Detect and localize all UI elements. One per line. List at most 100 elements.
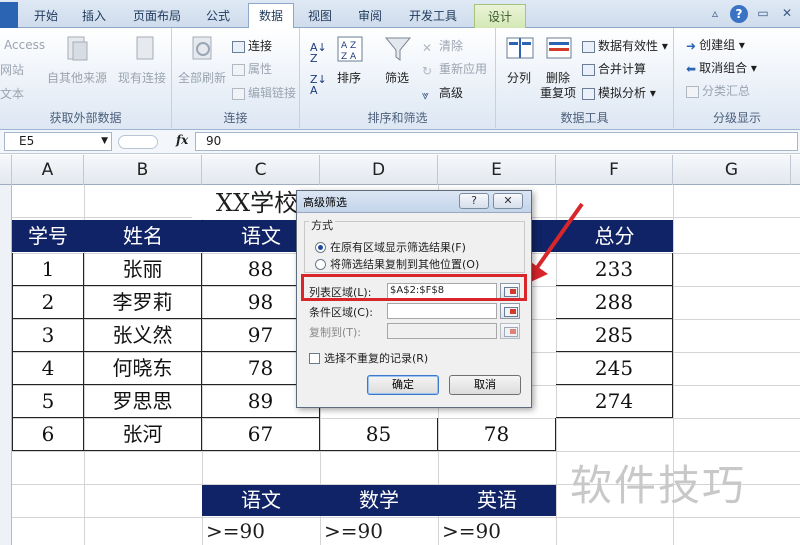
radio-copy-to-location[interactable]: 将筛选结果复制到其他位置(O) (315, 258, 479, 271)
header-cell[interactable]: 学号 (12, 220, 84, 252)
advanced-label: 高级 (439, 86, 464, 100)
cell-math[interactable]: 85 (320, 418, 438, 451)
validation-label: 数据有效性 (598, 39, 659, 53)
reapply-button[interactable]: ↻ 重新应用 (422, 60, 487, 78)
cell-total[interactable]: 245 (556, 352, 673, 385)
ungroup-button[interactable]: ⬅ 取消组合 ▾ (686, 59, 757, 76)
group-label: 数据工具 (560, 111, 609, 125)
dialog-title: 高级筛选 (303, 196, 347, 209)
connections-button[interactable]: 连接 (232, 37, 272, 54)
tab-developer[interactable]: 开发工具 (400, 4, 466, 28)
cell-name[interactable]: 张河 (84, 418, 202, 451)
cell-name[interactable]: 张丽 (84, 253, 202, 286)
file-tab[interactable] (0, 2, 18, 28)
what-if-button[interactable]: 模拟分析 ▾ (582, 84, 656, 101)
tab-formulas[interactable]: 公式 (196, 4, 240, 28)
formula-bar-resize-handle[interactable] (118, 135, 158, 149)
column-header[interactable]: F (556, 155, 673, 185)
cell-chinese[interactable]: 67 (202, 418, 320, 451)
chevron-down-icon[interactable]: ▼ (101, 133, 108, 150)
name-box[interactable]: E5 ▼ (4, 132, 112, 151)
copy-to-input[interactable] (387, 323, 497, 339)
ok-button[interactable]: 确定 (367, 375, 439, 395)
cell-name[interactable]: 李罗莉 (84, 286, 202, 319)
sort-button[interactable]: 排序 (337, 69, 361, 86)
checkbox-empty-icon (309, 353, 320, 364)
dialog-title-bar[interactable]: 高级筛选 ? ✕ (297, 191, 531, 213)
tab-design[interactable]: 设计 (474, 4, 526, 28)
column-header[interactable]: D (320, 155, 438, 185)
criteria-header-cell[interactable]: 语文 (202, 485, 320, 516)
consolidate-button[interactable]: 合并计算 (582, 60, 646, 77)
column-header[interactable]: B (84, 155, 202, 185)
tab-view[interactable]: 视图 (300, 4, 340, 28)
tab-home[interactable]: 开始 (24, 4, 68, 28)
select-all-corner[interactable] (0, 155, 12, 185)
cell-id[interactable]: 4 (12, 352, 84, 385)
cell-id[interactable]: 3 (12, 319, 84, 352)
sort-za-icon[interactable]: Z↓ A (310, 74, 327, 96)
cancel-button[interactable]: 取消 (449, 375, 521, 395)
dialog-help-button[interactable]: ? (459, 193, 489, 209)
criteria-range-input[interactable] (387, 303, 497, 319)
existing-connections-button[interactable]: 现有连接 (118, 69, 166, 86)
ungroup-icon: ⬅ (686, 61, 697, 76)
criteria-header-cell[interactable]: 英语 (438, 485, 556, 516)
cell-total[interactable]: 288 (556, 286, 673, 319)
subtotal-button[interactable]: 分类汇总 (686, 82, 750, 99)
dialog-close-button[interactable]: ✕ (493, 193, 523, 209)
close-icon[interactable]: ✕ (778, 5, 796, 23)
formula-input[interactable]: 90 (195, 132, 798, 151)
group-label: 连接 (223, 111, 248, 125)
tab-insert[interactable]: 插入 (72, 4, 116, 28)
criteria-header-cell[interactable]: 数学 (320, 485, 438, 516)
copy-to-collapse-icon[interactable] (500, 323, 520, 339)
criteria-value-cell[interactable]: >=90 (202, 517, 320, 545)
cell-name[interactable]: 何晓东 (84, 352, 202, 385)
tab-review[interactable]: 审阅 (350, 4, 390, 28)
criteria-value-cell[interactable]: >=90 (320, 517, 438, 545)
clear-label: 清除 (439, 39, 464, 53)
help-icon[interactable]: ? (730, 5, 748, 23)
cell-id[interactable]: 1 (12, 253, 84, 286)
edit-links-button[interactable]: 编辑链接 (232, 84, 296, 101)
from-other-sources-button[interactable]: 自其他来源 (47, 69, 107, 86)
from-web-button[interactable]: 网站 (0, 61, 24, 78)
list-range-highlight (301, 274, 527, 301)
properties-button[interactable]: 属性 (232, 60, 272, 77)
clear-filter-button[interactable]: ✕ 清除 (422, 37, 464, 55)
cell-total[interactable]: 285 (556, 319, 673, 352)
cell-id[interactable]: 6 (12, 418, 84, 451)
from-text-button[interactable]: 文本 (0, 85, 24, 102)
insert-function-icon[interactable]: fx (176, 133, 188, 147)
cell-name[interactable]: 罗思思 (84, 385, 202, 418)
advanced-filter-button[interactable]: ⩔ 高级 (422, 84, 464, 102)
column-header[interactable]: G (673, 155, 791, 185)
cell-id[interactable]: 5 (12, 385, 84, 418)
header-cell[interactable]: 姓名 (84, 220, 202, 252)
tab-data[interactable]: 数据 (248, 3, 294, 29)
criteria-value-cell[interactable]: >=90 (438, 517, 556, 545)
criteria-range-collapse-icon[interactable] (500, 303, 520, 319)
cell-name[interactable]: 张义然 (84, 319, 202, 352)
refresh-all-button[interactable]: 全部刷新 (178, 69, 226, 86)
text-to-columns-button[interactable]: 分列 (507, 69, 531, 86)
remove-duplicates-line2[interactable]: 重复项 (540, 84, 576, 101)
column-header[interactable]: C (202, 155, 320, 185)
filter-button[interactable]: 筛选 (385, 69, 409, 86)
data-validation-button[interactable]: 数据有效性 ▾ (582, 37, 668, 54)
sort-az-icon[interactable]: A↓ Z (310, 42, 327, 64)
minimize-ribbon-icon[interactable]: ▵ (706, 5, 724, 23)
radio-filter-in-place[interactable]: 在原有区域显示筛选结果(F) (315, 241, 466, 254)
consolidate-label: 合并计算 (598, 62, 647, 76)
group-button[interactable]: ➜ 创建组 ▾ (686, 36, 745, 53)
from-access-button[interactable]: Access (4, 38, 45, 52)
cell-id[interactable]: 2 (12, 286, 84, 319)
column-header[interactable]: A (12, 155, 84, 185)
tab-page-layout[interactable]: 页面布局 (124, 4, 190, 28)
unique-records-checkbox[interactable]: 选择不重复的记录(R) (309, 350, 428, 366)
restore-icon[interactable]: ▭ (754, 5, 772, 23)
cell-total[interactable]: 274 (556, 385, 673, 418)
column-header[interactable]: E (438, 155, 556, 185)
cell-english[interactable]: 78 (438, 418, 556, 451)
